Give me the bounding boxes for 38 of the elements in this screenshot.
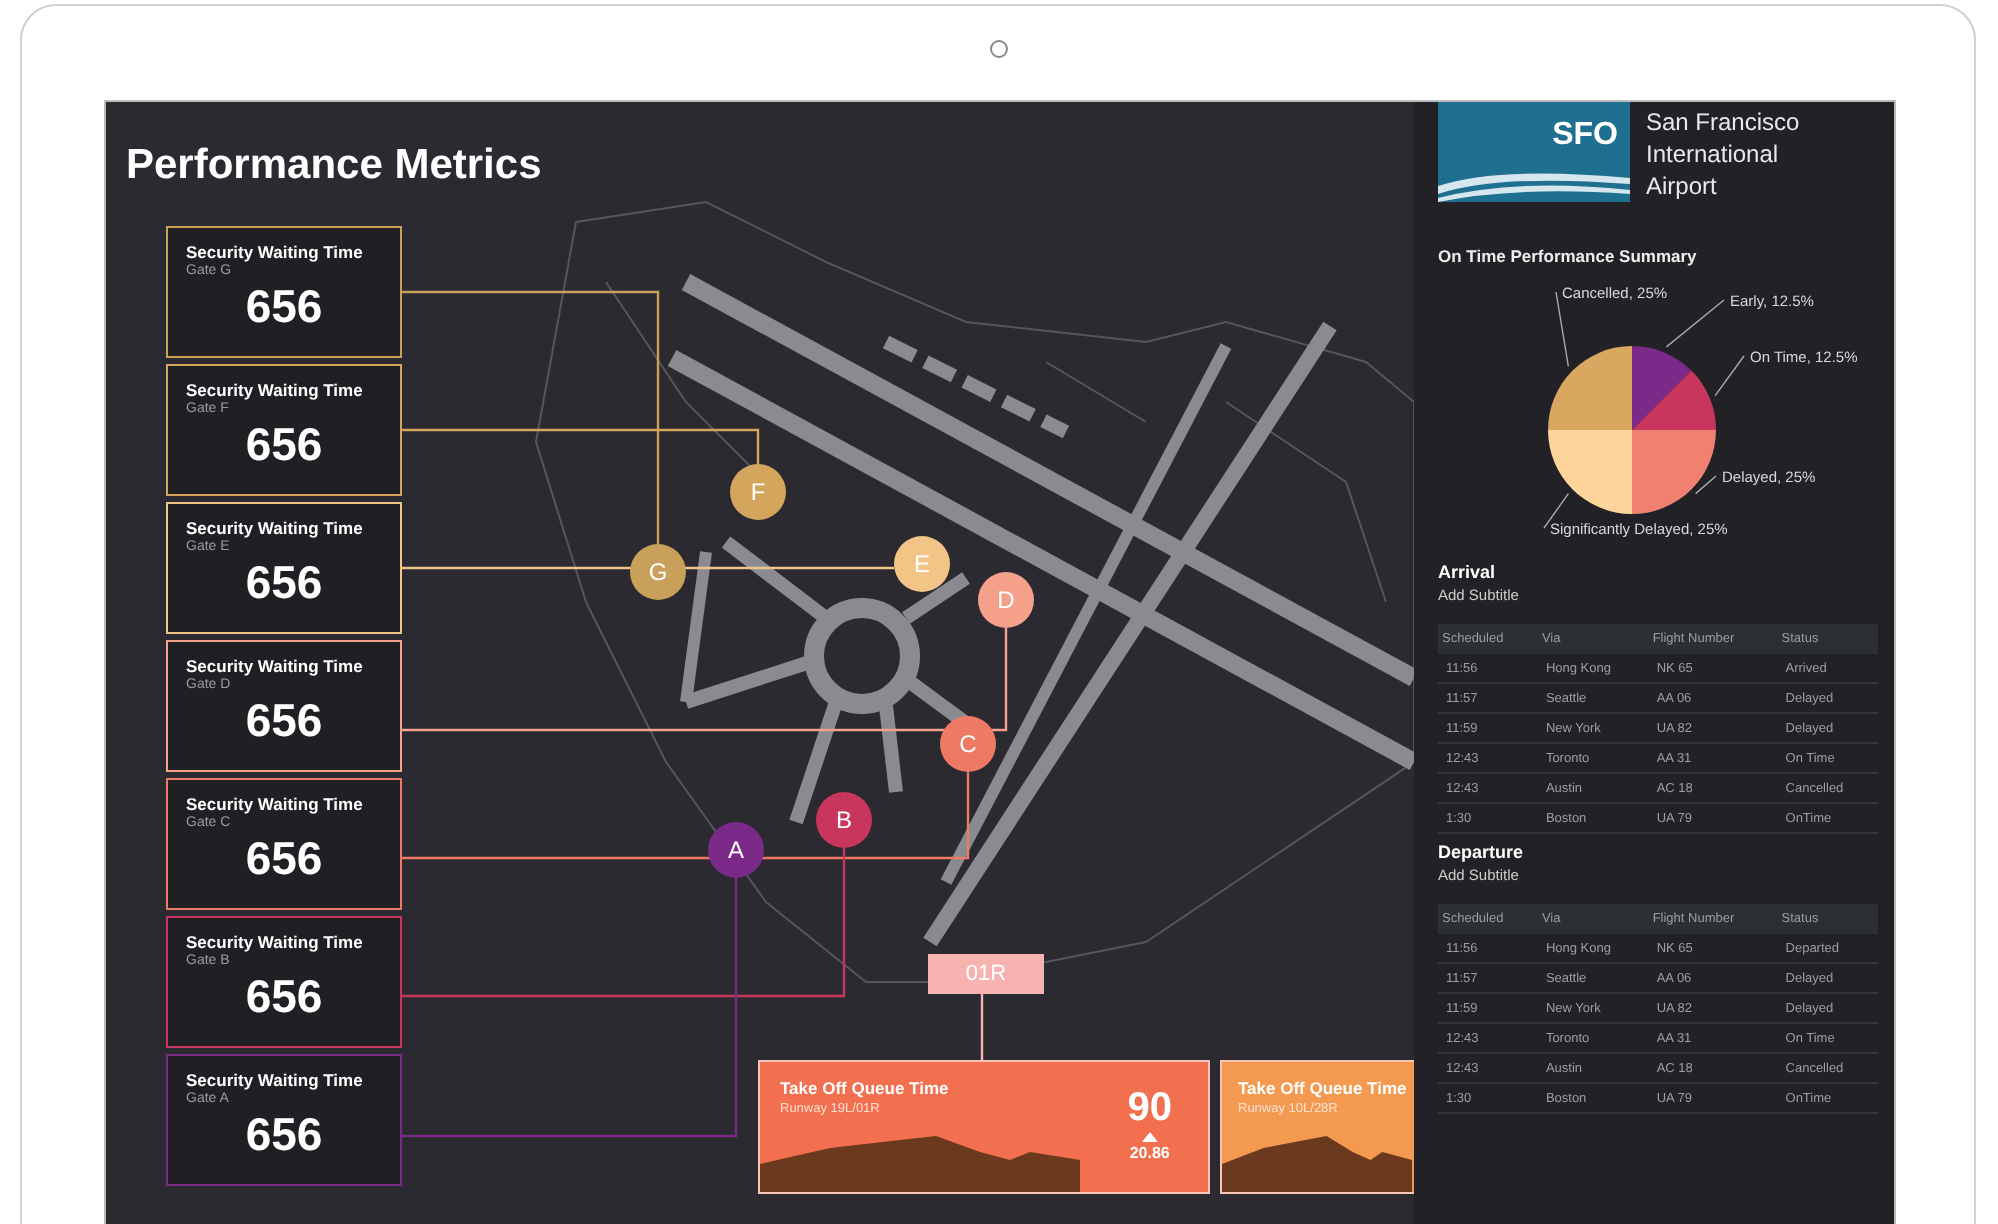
logo-code: SFO	[1552, 116, 1620, 154]
camera-dot	[990, 40, 1008, 58]
metric-value: 656	[243, 832, 325, 884]
metric-value: 656	[243, 556, 325, 608]
connector-line	[980, 994, 984, 1060]
metric-value: 90	[1127, 1086, 1172, 1130]
up-triangle-icon	[1141, 1132, 1158, 1142]
card-title: Security Waiting Time	[186, 380, 365, 400]
runway-label: 01R	[928, 954, 1044, 994]
gate-marker[interactable]: A	[708, 822, 764, 878]
card-title: Take Off Queue Time	[1238, 1078, 1409, 1098]
leader-line	[1665, 299, 1725, 348]
card-title: Security Waiting Time	[186, 794, 365, 814]
metric-value: 656	[243, 280, 325, 332]
metric-value: 656	[243, 418, 325, 470]
chart-title: On Time Performance Summary	[1438, 246, 1699, 266]
gate-marker[interactable]: B	[816, 792, 872, 848]
metric-value: 656	[243, 970, 325, 1022]
card-title: Security Waiting Time	[186, 242, 365, 262]
gate-marker[interactable]: D	[978, 572, 1034, 628]
leader-line	[1714, 355, 1745, 397]
card-title: Take Off Queue Time	[780, 1078, 951, 1098]
card-title: Security Waiting Time	[186, 656, 365, 676]
table-title: Departure	[1438, 842, 1526, 862]
metric-value: 656	[243, 1108, 325, 1160]
table-title: Arrival	[1438, 562, 1498, 582]
gate-marker[interactable]: G	[630, 544, 686, 600]
gate-marker[interactable]: F	[730, 464, 786, 520]
card-title: Security Waiting Time	[186, 518, 365, 538]
metric-value: 656	[243, 694, 325, 746]
card-title: Security Waiting Time	[186, 1070, 365, 1090]
gate-marker[interactable]: C	[940, 716, 996, 772]
change-value: 20.86	[1129, 1144, 1170, 1162]
page-title: Performance Metrics	[124, 140, 544, 186]
airport-name: San Francisco International Airport	[1646, 106, 1800, 202]
leader-line	[1694, 475, 1717, 495]
gate-marker[interactable]: E	[894, 536, 950, 592]
card-title: Security Waiting Time	[186, 932, 365, 952]
